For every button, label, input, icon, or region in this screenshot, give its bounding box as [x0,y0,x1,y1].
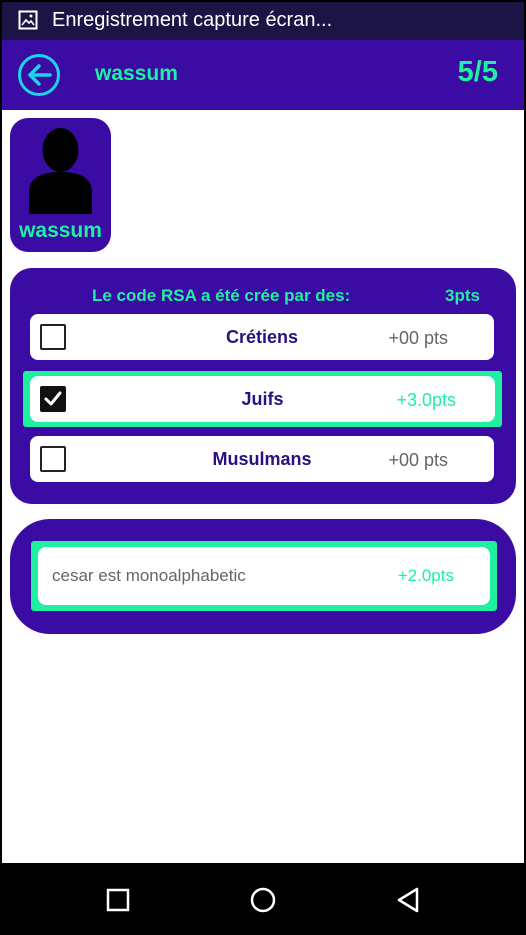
status-bar: Enregistrement capture écran... [0,0,526,40]
username-label: wassum [95,62,178,85]
checkbox-unchecked[interactable] [40,324,66,350]
option-score: +3.0pts [396,390,456,410]
option-label: Juifs [241,389,284,409]
back-button[interactable] [18,54,60,96]
person-silhouette-icon [29,128,92,214]
nav-back-button[interactable] [393,885,423,915]
option-score: +00 pts [388,328,448,348]
answer-highlight: cesar est monoalphabetic +2.0pts [31,541,497,611]
option-score: +00 pts [388,450,448,470]
option-label: Crétiens [225,327,299,347]
recents-button[interactable] [103,885,133,915]
question-points: 3pts [445,286,480,305]
image-icon [18,10,38,30]
option-musulmans[interactable]: Musulmans +00 pts [30,436,494,482]
checkbox-unchecked[interactable] [40,446,66,472]
answer-score: +2.0pts [397,566,454,585]
home-button[interactable] [248,885,278,915]
triangle-back-icon [397,887,419,913]
notification-title: Enregistrement capture écran... [52,8,333,31]
arrow-left-icon [28,64,52,86]
answer-text: cesar est monoalphabetic [52,566,246,585]
answer-box: cesar est monoalphabetic +2.0pts [38,547,490,605]
question-card: Le code RSA a été crée par des: 3pts Cré… [10,268,516,504]
player-name: wassum [19,219,102,242]
option-inner: Juifs +3.0pts [30,376,495,422]
option-juifs[interactable]: Juifs +3.0pts [23,371,502,427]
question-progress: 5/5 [457,56,498,88]
option-cretiens[interactable]: Crétiens +00 pts [30,314,494,360]
checkmark-icon [44,391,62,406]
answer-card: cesar est monoalphabetic +2.0pts [10,519,516,634]
question-text: Le code RSA a été crée par des: [92,286,351,305]
circle-icon [250,887,276,913]
checkbox-checked[interactable] [40,386,66,412]
square-icon [106,888,130,912]
option-label: Musulmans [212,449,312,469]
system-nav-bar [0,863,526,935]
app-bar: wassum 5/5 [0,40,526,110]
player-avatar-card: wassum [10,118,111,252]
